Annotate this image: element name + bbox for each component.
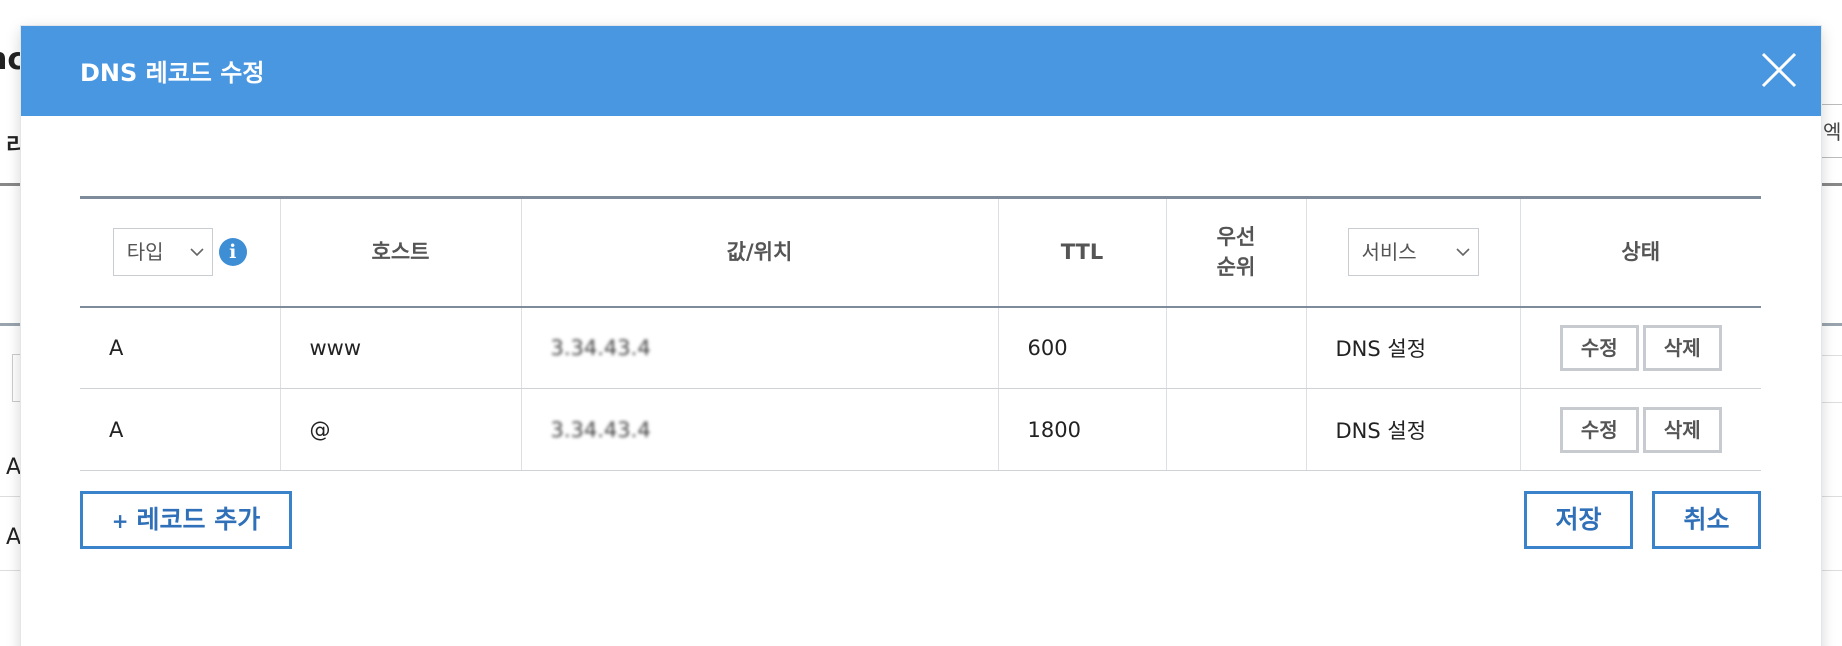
record-service: DNS 설정 (1306, 306, 1521, 389)
record-priority (1166, 306, 1307, 389)
bg-divider-right (1821, 323, 1842, 326)
record-status: 수정 삭제 (1520, 388, 1761, 471)
type-filter-select[interactable]: 타입 (112, 228, 213, 277)
edit-button[interactable]: 수정 (1559, 406, 1639, 453)
info-icon[interactable]: i (218, 238, 247, 267)
record-ttl: 600 (998, 306, 1167, 389)
masked-ip-value: 3.34.43.4 (550, 417, 651, 442)
service-filter-select[interactable]: 서비스 (1347, 228, 1479, 277)
value-column-header: 값/위치 (521, 196, 999, 308)
cancel-button[interactable]: 취소 (1652, 491, 1761, 549)
delete-button[interactable]: 삭제 (1642, 324, 1722, 371)
dns-record-table: 타입 i 호스트 값/위치 TTL 우선 순위 서비스 상태 A www 3.3… (80, 196, 1761, 471)
bg-row-fragment: A (6, 455, 22, 480)
masked-ip-value: 3.34.43.4 (550, 335, 651, 360)
priority-column-header: 우선 순위 (1166, 196, 1307, 308)
record-ttl: 1800 (998, 388, 1167, 471)
delete-button[interactable]: 삭제 (1642, 406, 1722, 453)
add-record-button[interactable]: + 레코드 추가 (80, 491, 292, 549)
bg-divider-left (0, 323, 21, 326)
bg-excel-button: 엑셀 (1818, 104, 1842, 158)
ttl-column-header: TTL (998, 196, 1167, 308)
record-status: 수정 삭제 (1520, 306, 1761, 389)
record-host: www (280, 306, 522, 389)
modal-title: DNS 레코드 수정 (80, 59, 265, 87)
bg-row-line-right (1821, 355, 1842, 356)
status-column-header: 상태 (1520, 196, 1761, 308)
bg-tab-underline-right (1821, 183, 1842, 186)
host-column-header: 호스트 (280, 196, 522, 308)
bg-row-line (0, 496, 21, 497)
bg-row-fragment: A (6, 525, 22, 550)
table-row: A @ 3.34.43.4 1800 DNS 설정 수정 삭제 (80, 388, 1761, 471)
plus-icon: + (111, 509, 129, 533)
bg-row-line-right (1821, 570, 1842, 571)
record-type: A (80, 306, 281, 389)
record-service: DNS 설정 (1306, 388, 1521, 471)
record-host: @ (280, 388, 522, 471)
record-priority (1166, 388, 1307, 471)
record-value: 3.34.43.4 (521, 388, 999, 471)
type-column-header: 타입 i (80, 196, 281, 308)
bg-row-line-right (1821, 496, 1842, 497)
edit-button[interactable]: 수정 (1559, 324, 1639, 371)
close-icon[interactable] (1755, 46, 1803, 94)
chevron-down-icon (190, 248, 204, 257)
save-button[interactable]: 저장 (1524, 491, 1633, 549)
service-column-header: 서비스 (1306, 196, 1521, 308)
bg-tab-underline (0, 183, 21, 186)
bg-row-line-right (1821, 402, 1842, 403)
bg-row-line (0, 570, 21, 571)
modal-header: DNS 레코드 수정 (21, 26, 1821, 116)
dns-record-edit-modal: DNS 레코드 수정 타입 i 호스트 값/위치 TTL 우선 순위 서비스 상… (21, 26, 1821, 646)
chevron-down-icon (1455, 248, 1470, 257)
record-value: 3.34.43.4 (521, 306, 999, 389)
table-header-row: 타입 i 호스트 값/위치 TTL 우선 순위 서비스 상태 (80, 196, 1761, 308)
table-row: A www 3.34.43.4 600 DNS 설정 수정 삭제 (80, 306, 1761, 389)
record-type: A (80, 388, 281, 471)
